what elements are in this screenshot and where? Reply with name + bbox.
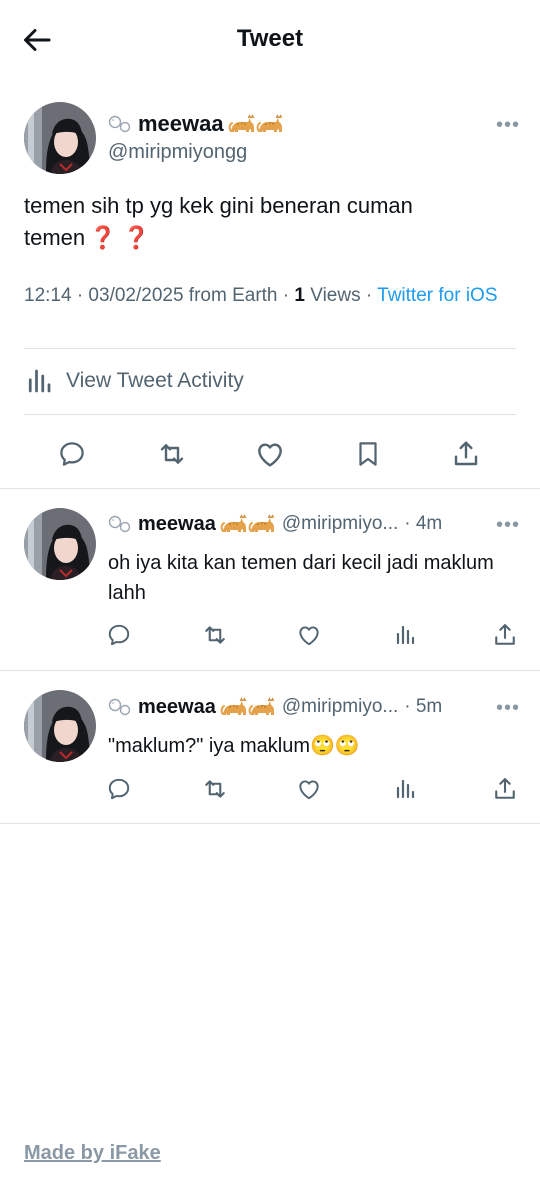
divider — [0, 488, 540, 489]
bookmark-icon — [353, 439, 383, 469]
display-name[interactable]: meewaa — [138, 696, 216, 719]
question-mark-emoji: ❓ ❓ — [89, 225, 151, 250]
divider — [24, 414, 516, 415]
views-button[interactable] — [390, 774, 420, 804]
reply-time: · 5m — [404, 696, 443, 717]
display-name[interactable]: meewaa — [138, 513, 216, 536]
retweet-button[interactable] — [200, 620, 230, 650]
tweet-meta: 12:14 · 03/02/2025 from Earth · 1 Views … — [24, 283, 524, 308]
divider — [0, 823, 540, 824]
username-handle[interactable]: @miripmiyo... — [282, 513, 398, 535]
share-button[interactable] — [490, 774, 520, 804]
share-icon — [491, 621, 519, 649]
reply-header: meewaa @miripmiyo... · 4m — [108, 512, 442, 536]
made-by-watermark[interactable]: Made by iFake — [24, 1142, 161, 1165]
views-count: 1 — [294, 285, 305, 306]
reply-icon — [106, 622, 132, 648]
heart-icon — [296, 776, 322, 802]
more-options-button[interactable]: ••• — [496, 515, 520, 535]
avatar[interactable] — [24, 508, 96, 580]
reply-text: "maklum?" iya maklum🙄🙄 — [108, 735, 360, 757]
author-name-row: meewaa — [108, 111, 284, 137]
reply-header: meewaa @miripmiyo... · 5m — [108, 695, 442, 719]
retweet-icon — [201, 775, 229, 803]
more-options-button[interactable]: ••• — [496, 698, 520, 718]
avatar[interactable] — [24, 102, 96, 174]
share-button[interactable] — [490, 620, 520, 650]
views-icon — [393, 623, 417, 647]
more-options-button[interactable]: ••• — [496, 115, 520, 135]
views-button[interactable] — [390, 620, 420, 650]
view-tweet-activity-button[interactable]: View Tweet Activity — [24, 366, 244, 396]
bookmark-button[interactable] — [350, 436, 386, 472]
like-button[interactable] — [294, 774, 324, 804]
avatar[interactable] — [24, 690, 96, 762]
cat-emoji-icon — [228, 112, 284, 136]
reply-icon — [57, 439, 87, 469]
divider — [0, 670, 540, 671]
display-name[interactable]: meewaa — [138, 111, 224, 137]
share-icon — [491, 775, 519, 803]
bubbles-icon — [108, 514, 132, 534]
bubbles-icon — [108, 697, 132, 717]
reply-button[interactable] — [54, 436, 90, 472]
activity-label: View Tweet Activity — [66, 369, 244, 392]
like-button[interactable] — [294, 620, 324, 650]
timestamp: 12:14 · 03/02/2025 from Earth · — [24, 285, 295, 306]
reply-button[interactable] — [104, 774, 134, 804]
divider — [24, 348, 516, 349]
retweet-icon — [201, 621, 229, 649]
reply-icon — [106, 776, 132, 802]
reply-time: · 4m — [404, 513, 443, 534]
cat-emoji-icon — [220, 695, 276, 719]
activity-chart-icon — [24, 366, 54, 396]
reply-button[interactable] — [104, 620, 134, 650]
top-bar: Tweet — [0, 0, 540, 80]
page-title: Tweet — [236, 25, 304, 52]
heart-icon — [296, 622, 322, 648]
retweet-icon — [156, 438, 188, 470]
heart-icon — [254, 438, 286, 470]
tweet-body: temen sih tp yg kek gini beneran cuman t… — [24, 193, 413, 250]
share-icon — [450, 438, 482, 470]
views-icon — [393, 777, 417, 801]
retweet-button[interactable] — [200, 774, 230, 804]
tweet-text: temen sih tp yg kek gini beneran cuman t… — [24, 190, 494, 254]
source-link[interactable]: Twitter for iOS — [377, 285, 497, 306]
username-handle[interactable]: @miripmiyongg — [108, 141, 247, 164]
reply-text: oh iya kita kan temen dari kecil jadi ma… — [108, 552, 494, 604]
like-button[interactable] — [252, 436, 288, 472]
bubbles-icon — [108, 114, 132, 134]
retweet-button[interactable] — [154, 436, 190, 472]
views-label: Views · — [304, 285, 378, 306]
username-handle[interactable]: @miripmiyo... — [282, 696, 398, 718]
share-button[interactable] — [448, 436, 484, 472]
cat-emoji-icon — [220, 512, 276, 536]
